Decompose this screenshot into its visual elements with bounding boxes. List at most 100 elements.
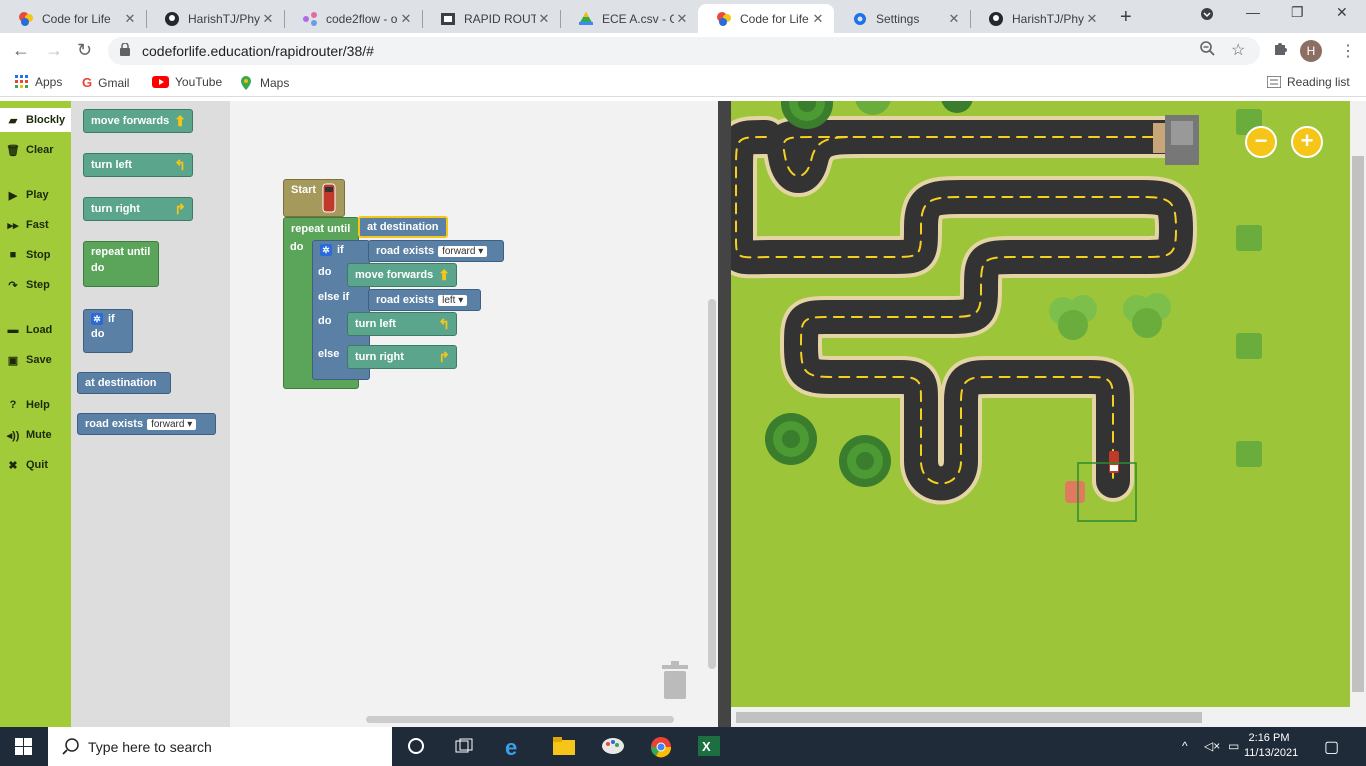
close-tab-icon[interactable]: ✕ bbox=[398, 11, 414, 27]
system-clock[interactable]: 2:16 PM 11/13/2021 bbox=[1244, 731, 1298, 761]
direction-dropdown[interactable]: left ▾ bbox=[438, 294, 468, 306]
windows-start-icon[interactable] bbox=[15, 738, 32, 758]
reading-list[interactable]: Reading list bbox=[1267, 75, 1350, 89]
tray-chevron-up-icon[interactable]: ^ bbox=[1182, 739, 1188, 753]
road-exists-left-condition[interactable]: road exists left ▾ bbox=[368, 289, 481, 311]
workspace-horizontal-scrollbar[interactable] bbox=[366, 716, 674, 723]
sidebar-item-fast[interactable]: ▸▸ Fast bbox=[0, 213, 71, 237]
sidebar-item-blockly[interactable]: ▰ Blockly bbox=[0, 108, 71, 132]
close-tab-icon[interactable]: ✕ bbox=[946, 11, 962, 27]
close-window-button[interactable]: ✕ bbox=[1336, 4, 1348, 21]
minimize-button[interactable]: — bbox=[1246, 4, 1260, 20]
menu-icon[interactable]: ⋮ bbox=[1340, 41, 1356, 61]
close-tab-icon[interactable]: ✕ bbox=[536, 11, 552, 27]
toolbox-if-block[interactable]: ✲ if do bbox=[83, 309, 133, 353]
reload-button[interactable]: ↻ bbox=[77, 40, 92, 61]
game-area: ▰ Blockly 🗑 Clear ▶ Play ▸▸ Fast ■ Stop ↷ Step… bbox=[0, 101, 1366, 727]
tab-google-drive[interactable]: ECE A.csv - G ✕ bbox=[560, 4, 698, 33]
start-block[interactable]: Start bbox=[283, 179, 345, 217]
zoom-out-button[interactable]: − bbox=[1245, 126, 1277, 158]
sidebar-item-mute[interactable]: ◂)) Mute bbox=[0, 423, 71, 447]
toolbox-turn-left-block[interactable]: turn left ↰ bbox=[83, 153, 193, 177]
paint-icon[interactable] bbox=[601, 736, 625, 759]
direction-dropdown[interactable]: forward ▾ bbox=[438, 245, 488, 257]
close-tab-icon[interactable]: ✕ bbox=[260, 11, 276, 27]
restore-button[interactable]: ❐ bbox=[1291, 4, 1304, 21]
else-label: else bbox=[318, 348, 340, 360]
sidebar-item-load[interactable]: ▬ Load bbox=[0, 318, 71, 342]
bookmark-maps[interactable]: Maps bbox=[238, 75, 289, 91]
cortana-icon[interactable] bbox=[408, 738, 425, 758]
volume-muted-icon[interactable]: ◁× bbox=[1204, 739, 1220, 753]
forward-button[interactable]: → bbox=[45, 40, 63, 61]
code2flow-icon bbox=[302, 11, 318, 27]
sidebar-item-step[interactable]: ↷ Step bbox=[0, 273, 71, 297]
file-explorer-icon[interactable] bbox=[553, 737, 575, 758]
github-icon bbox=[164, 11, 180, 27]
panel-divider[interactable] bbox=[718, 101, 731, 727]
sidebar-item-save[interactable]: ▣ Save bbox=[0, 348, 71, 372]
game-map[interactable]: − + bbox=[731, 101, 1350, 707]
notification-icon[interactable]: ▢ bbox=[1324, 737, 1339, 757]
rapid-route-icon bbox=[440, 11, 456, 27]
sidebar-item-quit[interactable]: ✖ Quit bbox=[0, 453, 71, 477]
trash-can-icon[interactable] bbox=[660, 659, 690, 699]
excel-icon[interactable]: X bbox=[698, 736, 720, 759]
zoom-icon[interactable] bbox=[1200, 41, 1216, 62]
game-sidebar: ▰ Blockly 🗑 Clear ▶ Play ▸▸ Fast ■ Stop ↷ Step… bbox=[0, 101, 71, 727]
tab-search-icon[interactable] bbox=[1200, 7, 1214, 24]
map-vertical-scrollbar-thumb[interactable] bbox=[1352, 156, 1364, 692]
back-button[interactable]: ← bbox=[12, 40, 30, 61]
workspace-vertical-scrollbar[interactable] bbox=[708, 299, 716, 669]
toolbox-road-exists-block[interactable]: road exists forward ▾ bbox=[77, 413, 216, 435]
sidebar-item-play[interactable]: ▶ Play bbox=[0, 183, 71, 207]
new-tab-button[interactable]: + bbox=[1120, 6, 1132, 29]
extensions-icon[interactable] bbox=[1272, 40, 1288, 61]
address-bar[interactable]: codeforlife.education/rapidrouter/38/# ☆ bbox=[108, 37, 1260, 65]
map-horizontal-scrollbar-thumb[interactable] bbox=[736, 712, 1202, 723]
blockly-workspace[interactable]: Start repeat until do at destination ✲ if… bbox=[230, 101, 718, 727]
tab-code-for-life-active[interactable]: Code for Life ✕ bbox=[698, 4, 834, 33]
tab-github-1[interactable]: HarishTJ/Phyt ✕ bbox=[146, 4, 284, 33]
sidebar-item-clear[interactable]: 🗑 Clear bbox=[0, 138, 71, 162]
move-forwards-block[interactable]: move forwards ⬆ bbox=[347, 263, 457, 287]
sidebar-item-stop[interactable]: ■ Stop bbox=[0, 243, 71, 267]
bookmark-gmail[interactable]: G Gmail bbox=[82, 75, 129, 90]
fast-forward-icon: ▸▸ bbox=[7, 219, 19, 232]
github-icon bbox=[988, 11, 1004, 27]
toolbox-at-destination-block[interactable]: at destination bbox=[77, 372, 171, 394]
close-tab-icon[interactable]: ✕ bbox=[1084, 11, 1100, 27]
play-icon: ▶ bbox=[8, 189, 18, 202]
close-tab-icon[interactable]: ✕ bbox=[810, 11, 826, 27]
toolbox-move-forwards-block[interactable]: move forwards ⬆ bbox=[83, 109, 193, 133]
edge-icon[interactable]: e bbox=[505, 735, 517, 761]
toolbox-repeat-until-block[interactable]: repeat until do bbox=[83, 241, 159, 287]
task-view-icon[interactable] bbox=[455, 738, 473, 758]
gear-icon: ✲ bbox=[91, 313, 103, 325]
tab-code2flow[interactable]: code2flow - o ✕ bbox=[284, 4, 422, 33]
star-bookmark-icon[interactable]: ☆ bbox=[1231, 40, 1245, 60]
chrome-icon[interactable] bbox=[650, 736, 672, 761]
close-tab-icon[interactable]: ✕ bbox=[674, 11, 690, 27]
arrow-right-turn-icon: ↱ bbox=[438, 348, 450, 365]
taskbar-search-box[interactable]: Type here to search bbox=[48, 727, 392, 766]
at-destination-condition[interactable]: at destination bbox=[358, 216, 448, 238]
bookmark-apps[interactable]: Apps bbox=[15, 75, 62, 89]
tab-rapid-route[interactable]: RAPID ROUTE ✕ bbox=[422, 4, 560, 33]
road-exists-forward-condition[interactable]: road exists forward ▾ bbox=[368, 240, 504, 262]
sidebar-item-help[interactable]: ? Help bbox=[0, 393, 71, 417]
road-map-svg bbox=[731, 101, 1262, 522]
tab-settings[interactable]: Settings ✕ bbox=[834, 4, 970, 33]
network-icon[interactable]: ▭ bbox=[1228, 739, 1239, 753]
close-tab-icon[interactable]: ✕ bbox=[122, 11, 138, 27]
tab-code-for-life-1[interactable]: Code for Life ✕ bbox=[0, 4, 146, 33]
bookmark-youtube[interactable]: YouTube bbox=[152, 75, 222, 89]
zoom-in-button[interactable]: + bbox=[1291, 126, 1323, 158]
turn-left-block[interactable]: turn left ↰ bbox=[347, 312, 457, 336]
profile-avatar[interactable]: H bbox=[1300, 40, 1322, 62]
tab-github-2[interactable]: HarishTJ/Phyt ✕ bbox=[970, 4, 1108, 33]
toolbox-turn-right-block[interactable]: turn right ↱ bbox=[83, 197, 193, 221]
direction-dropdown[interactable]: forward ▾ bbox=[147, 418, 197, 430]
turn-right-block[interactable]: turn right ↱ bbox=[347, 345, 457, 369]
blockly-icon: ▰ bbox=[8, 114, 18, 127]
